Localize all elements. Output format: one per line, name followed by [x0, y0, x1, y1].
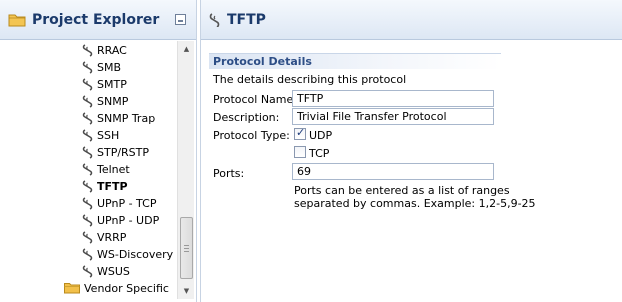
- description-label: Description:: [213, 111, 280, 124]
- tree-item[interactable]: SMB: [82, 59, 121, 75]
- tree-item-label: Special Rules: [66, 299, 139, 300]
- tree-item-label: WS-Discovery: [97, 247, 174, 261]
- scroll-up-icon[interactable]: ▲: [178, 41, 195, 57]
- protocol-type-label: Protocol Type:: [213, 129, 290, 142]
- tree-item[interactable]: SNMP: [82, 93, 128, 109]
- scrollbar-thumb[interactable]: [180, 217, 193, 279]
- tree-item[interactable]: Telnet: [82, 161, 130, 177]
- project-explorer-panel: Project Explorer RRAC SMB SMTP SNMP SNMP Tra…: [0, 0, 197, 302]
- tree-item-label: VRRP: [97, 230, 127, 244]
- tree-item-label: UPnP - TCP: [97, 196, 157, 210]
- protocol-name-input[interactable]: [292, 90, 494, 107]
- tree-item-label: RRAC: [97, 43, 127, 57]
- folder-icon: [64, 283, 80, 294]
- protocol-icon: [82, 179, 93, 193]
- tree-item[interactable]: Special Rules: [46, 297, 139, 300]
- project-tree: RRAC SMB SMTP SNMP SNMP Trap SSH STP/RSTP Telne…: [0, 41, 176, 299]
- protocol-icon: [82, 213, 93, 227]
- ports-label: Ports:: [213, 167, 245, 180]
- tcp-checkbox[interactable]: [294, 146, 306, 158]
- ports-help-line-2: separated by commas. Example: 1,2-5,9-25: [294, 197, 536, 210]
- scroll-down-icon[interactable]: ▼: [178, 283, 195, 299]
- tree-item[interactable]: VRRP: [82, 229, 126, 245]
- udp-checkbox[interactable]: [294, 126, 306, 140]
- tree-item[interactable]: SNMP Trap: [82, 110, 155, 126]
- minimize-icon[interactable]: [175, 14, 186, 25]
- project-explorer-title: Project Explorer: [32, 11, 160, 28]
- tree-item[interactable]: WS-Discovery: [82, 246, 173, 262]
- project-explorer-icon: [8, 14, 26, 27]
- protocol-icon: [82, 128, 93, 142]
- tree-item-label: UPnP - UDP: [97, 213, 160, 227]
- tree-item[interactable]: UPnP - UDP: [82, 212, 159, 228]
- udp-label: UDP: [309, 129, 333, 142]
- protocol-icon: [82, 230, 93, 244]
- description-input[interactable]: [292, 108, 494, 125]
- tree-item-label: TFTP: [97, 179, 128, 193]
- tree-item[interactable]: TFTP: [82, 178, 128, 194]
- tree-item-label: SMB: [97, 60, 122, 74]
- editor-title: TFTP: [227, 11, 266, 28]
- section-description: The details describing this protocol: [213, 73, 407, 86]
- ports-input[interactable]: [292, 163, 494, 180]
- ports-help-line-1: Ports can be entered as a list of ranges: [294, 184, 510, 197]
- tree-item[interactable]: SMTP: [82, 76, 127, 92]
- tree-item[interactable]: RRAC: [82, 42, 127, 58]
- tree-scrollbar[interactable]: ▲ ▼: [177, 41, 194, 299]
- project-explorer-header: Project Explorer: [0, 0, 196, 40]
- protocol-editor-panel: TFTP Protocol Details The details descri…: [200, 0, 622, 302]
- tree-item[interactable]: Vendor Specific: [64, 280, 169, 296]
- protocol-icon: [82, 264, 93, 278]
- tree-item-label: STP/RSTP: [97, 145, 150, 159]
- tree-item-label: SNMP: [97, 94, 129, 108]
- tree-item[interactable]: SSH: [82, 127, 119, 143]
- tree-item-label: Vendor Specific: [84, 281, 169, 295]
- protocol-icon: [82, 43, 93, 57]
- protocol-icon: [82, 60, 93, 74]
- protocol-icon: [82, 111, 93, 125]
- tree-item-label: SNMP Trap: [97, 111, 156, 125]
- tree-item[interactable]: WSUS: [82, 263, 130, 279]
- tcp-label: TCP: [309, 147, 330, 160]
- tree-item-label: SSH: [97, 128, 120, 142]
- editor-header: TFTP: [201, 0, 622, 40]
- protocol-name-label: Protocol Name:: [213, 93, 297, 106]
- protocol-icon: [209, 12, 220, 27]
- protocol-icon: [82, 196, 93, 210]
- tree-item[interactable]: STP/RSTP: [82, 144, 149, 160]
- protocol-icon: [82, 162, 93, 176]
- protocol-icon: [82, 247, 93, 261]
- section-title: Protocol Details: [209, 53, 501, 69]
- tree-item-label: WSUS: [97, 264, 130, 278]
- tree-item[interactable]: UPnP - TCP: [82, 195, 156, 211]
- protocol-icon: [82, 77, 93, 91]
- protocol-icon: [82, 94, 93, 108]
- tree-item-label: SMTP: [97, 77, 127, 91]
- tree-item-label: Telnet: [97, 162, 130, 176]
- protocol-icon: [82, 145, 93, 159]
